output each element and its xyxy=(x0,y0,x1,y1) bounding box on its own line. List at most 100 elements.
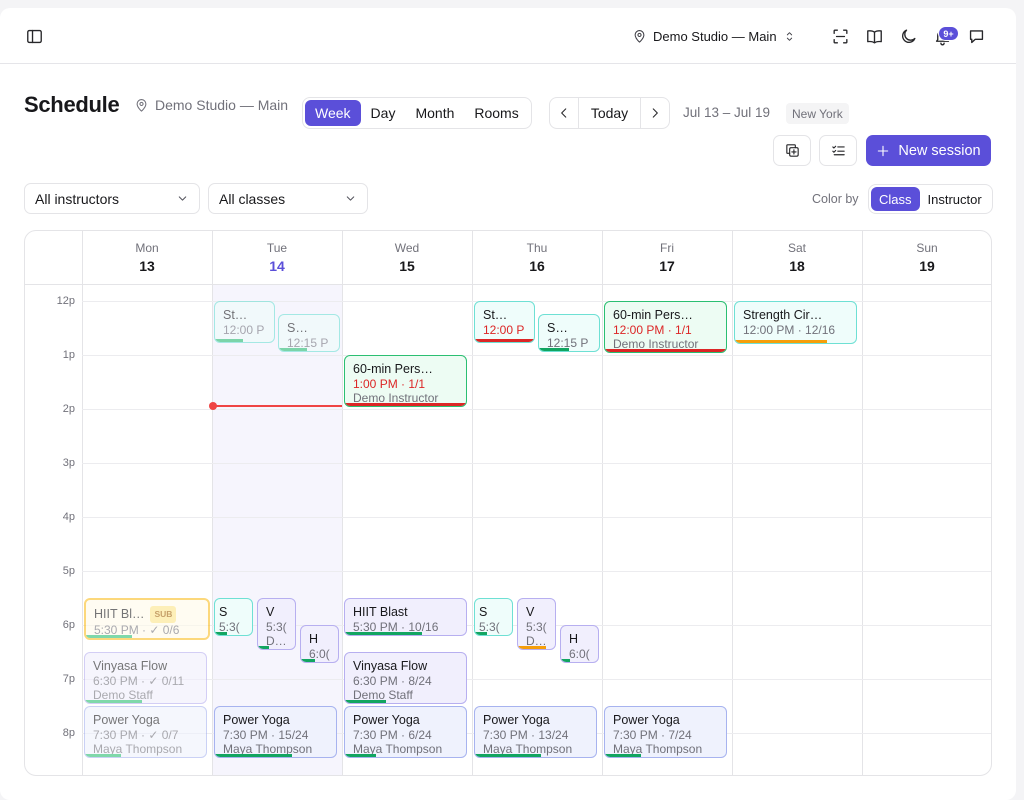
event-card[interactable]: Power Yoga 7:30 PM · ✓ 0/7 Maya Thompson xyxy=(84,706,207,758)
day-header-thu[interactable]: Thu 16 xyxy=(472,241,602,274)
hour-label: 1p xyxy=(62,349,75,361)
event-meta: 5:3( xyxy=(266,620,287,634)
view-tab-day[interactable]: Day xyxy=(361,100,406,126)
event-title: 60-min Pers… xyxy=(613,308,693,322)
top-bar: Demo Studio — Main 9+ xyxy=(0,8,1016,64)
day-header-sun[interactable]: Sun 19 xyxy=(862,241,991,274)
event-meta: 6:0( xyxy=(569,647,590,661)
event-title: 60-min Pers… xyxy=(353,362,433,376)
event-card[interactable]: Power Yoga 7:30 PM · 13/24 Maya Thompson xyxy=(474,706,597,758)
studio-switcher[interactable]: Demo Studio — Main xyxy=(632,22,796,50)
view-tab-week[interactable]: Week xyxy=(305,100,361,126)
event-title: St… xyxy=(483,308,508,322)
next-week-button[interactable] xyxy=(641,98,669,128)
day-header-sat[interactable]: Sat 18 xyxy=(732,241,862,274)
event-meta: 12:00 PM · 12/16 xyxy=(743,323,836,337)
current-time-line xyxy=(212,405,342,407)
hour-label: 5p xyxy=(62,565,75,577)
day-name: Sat xyxy=(787,241,806,255)
event-card[interactable]: H 6:0( xyxy=(560,625,599,663)
event-meta: 1:00 PM · 1/1 xyxy=(353,377,426,391)
day-header-fri[interactable]: Fri 17 xyxy=(602,241,732,274)
sidebar-toggle-icon[interactable] xyxy=(20,22,48,50)
event-card[interactable]: S 5:3( xyxy=(214,598,253,636)
event-meta: 7:30 PM · 7/24 xyxy=(613,728,692,742)
event-title: St… xyxy=(223,308,248,322)
event-card[interactable]: Vinyasa Flow 6:30 PM · ✓ 0/11 Demo Staff xyxy=(84,652,207,704)
event-card[interactable]: St… 12:00 P xyxy=(474,301,535,343)
event-meta: 12:00 PM · 1/1 xyxy=(613,323,692,337)
event-card[interactable]: H 6:0( xyxy=(300,625,339,663)
list-check-icon xyxy=(831,145,845,156)
event-card[interactable]: S… 12:15 P xyxy=(278,314,340,352)
week-calendar: Mon 13 Tue 14 Wed 15 Thu 16 Fri 17 Sat 18 Sun 1… xyxy=(24,230,992,776)
event-card[interactable]: Power Yoga 7:30 PM · 7/24 Maya Thompson xyxy=(604,706,727,758)
book-icon[interactable] xyxy=(860,22,888,50)
event-meta: 6:30 PM · 8/24 xyxy=(353,674,432,688)
event-card[interactable]: V 5:3( D… xyxy=(257,598,296,650)
day-date: 14 xyxy=(269,258,285,274)
day-date: 17 xyxy=(659,258,675,274)
instructor-filter-value: All instructors xyxy=(35,190,120,207)
event-title: H xyxy=(309,632,319,646)
today-column-highlight xyxy=(212,284,342,775)
day-date: 16 xyxy=(529,258,545,274)
class-filter-value: All classes xyxy=(219,190,286,207)
event-card[interactable]: Power Yoga 7:30 PM · 15/24 Maya Thompson xyxy=(214,706,337,758)
day-date: 15 xyxy=(399,258,415,274)
event-instructor: D… xyxy=(266,635,287,648)
view-tab-rooms[interactable]: Rooms xyxy=(464,100,528,126)
event-title: Strength Cir… xyxy=(743,308,823,322)
bulk-select-button[interactable] xyxy=(819,135,857,166)
class-filter[interactable]: All classes xyxy=(208,183,368,214)
event-card[interactable]: Power Yoga 7:30 PM · 6/24 Maya Thompson xyxy=(344,706,467,758)
hour-label: 7p xyxy=(62,673,75,685)
event-card[interactable]: Strength Cir… 12:00 PM · 12/16 xyxy=(734,301,857,344)
day-name: Tue xyxy=(266,241,288,255)
scan-icon[interactable] xyxy=(826,22,854,50)
today-button[interactable]: Today xyxy=(578,98,641,128)
event-title: Power Yoga xyxy=(353,713,420,727)
color-by-instructor[interactable]: Instructor xyxy=(920,187,990,211)
current-time-dot xyxy=(209,402,217,410)
event-card[interactable]: HIIT Bl… SUB 5:30 PM · ✓ 0/6 xyxy=(84,598,210,640)
event-title: Vinyasa Flow xyxy=(353,659,428,673)
duplicate-week-button[interactable] xyxy=(773,135,811,166)
new-session-label: New session xyxy=(898,142,981,159)
hour-label: 6p xyxy=(62,619,75,631)
event-card[interactable]: 60-min Pers… 12:00 PM · 1/1 Demo Instruc… xyxy=(604,301,727,353)
event-card[interactable]: V 5:3( D… xyxy=(517,598,556,650)
view-tab-month[interactable]: Month xyxy=(405,100,464,126)
moon-icon[interactable] xyxy=(894,22,922,50)
day-header-wed[interactable]: Wed 15 xyxy=(342,241,472,274)
hour-label: 4p xyxy=(62,511,75,523)
event-card[interactable]: HIIT Blast 5:30 PM · 10/16 xyxy=(344,598,467,636)
event-title: S xyxy=(479,605,488,619)
event-title: HIIT Bl… xyxy=(94,607,145,621)
event-card[interactable]: S… 12:15 P xyxy=(538,314,600,352)
instructor-filter[interactable]: All instructors xyxy=(24,183,200,214)
event-title: Vinyasa Flow xyxy=(93,659,168,673)
event-card[interactable]: Vinyasa Flow 6:30 PM · 8/24 Demo Staff xyxy=(344,652,467,704)
event-card[interactable]: St… 12:00 P xyxy=(214,301,275,343)
event-title: Power Yoga xyxy=(223,713,290,727)
event-card[interactable]: 60-min Pers… 1:00 PM · 1/1 Demo Instruct… xyxy=(344,355,467,407)
color-by-toggle: Class Instructor xyxy=(868,184,993,214)
page-title: Schedule xyxy=(24,92,120,117)
color-by-label: Color by xyxy=(812,192,859,206)
new-session-button[interactable]: New session xyxy=(866,135,991,166)
view-switcher: Week Day Month Rooms xyxy=(302,97,532,129)
event-card[interactable]: S 5:3( xyxy=(474,598,513,636)
previous-week-button[interactable] xyxy=(550,98,578,128)
chat-icon[interactable] xyxy=(962,22,990,50)
color-by-class[interactable]: Class xyxy=(871,187,920,211)
day-name: Mon xyxy=(135,241,159,255)
event-meta: 12:00 P xyxy=(483,323,525,337)
studio-switcher-label: Demo Studio — Main xyxy=(653,28,777,44)
date-navigator: Today xyxy=(549,97,670,129)
day-header-mon[interactable]: Mon 13 xyxy=(82,241,212,274)
event-meta: 7:30 PM · ✓ 0/7 xyxy=(93,728,179,742)
event-title: S… xyxy=(287,321,308,335)
hour-label: 12p xyxy=(56,295,75,307)
day-header-tue[interactable]: Tue 14 xyxy=(212,241,342,274)
